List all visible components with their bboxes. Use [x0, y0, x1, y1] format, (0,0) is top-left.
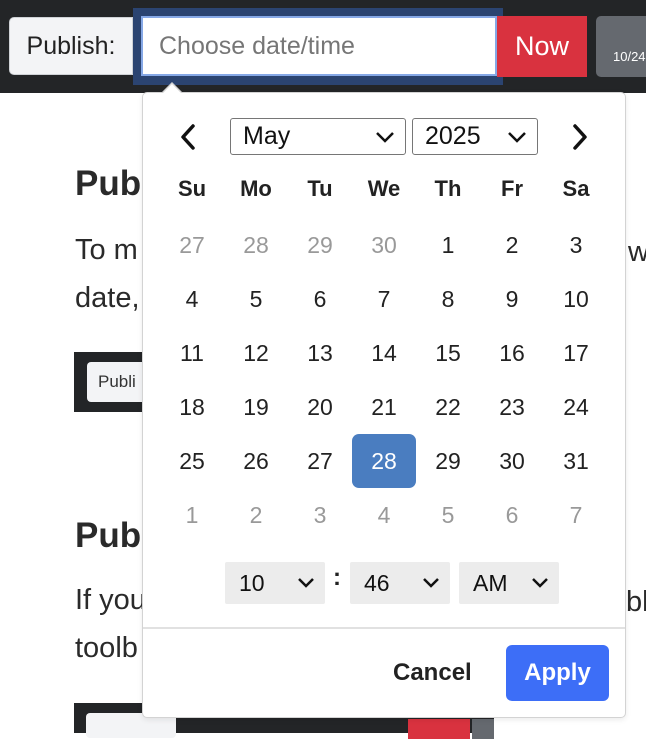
article-paragraph-1-line-1: To m: [75, 234, 138, 266]
ampm-select[interactable]: AM: [459, 562, 559, 604]
popup-pointer-fill: [162, 84, 182, 94]
chevron-down-icon: [532, 578, 548, 588]
mini-now-button: [408, 719, 470, 739]
day-cell[interactable]: 5: [224, 272, 288, 326]
day-cell[interactable]: 11: [160, 326, 224, 380]
weekday-header: We: [367, 176, 401, 201]
chevron-left-icon: [181, 124, 195, 150]
day-cell[interactable]: 22: [416, 380, 480, 434]
day-cell-other-month[interactable]: 5: [416, 488, 480, 542]
day-cell-other-month[interactable]: 6: [480, 488, 544, 542]
day-cell-other-month[interactable]: 27: [160, 218, 224, 272]
chevron-down-icon: [423, 578, 439, 588]
now-button[interactable]: Now: [497, 16, 587, 77]
day-cell[interactable]: 4: [160, 272, 224, 326]
day-cell[interactable]: 23: [480, 380, 544, 434]
article-heading-1: Pub: [75, 164, 142, 203]
day-cell[interactable]: 8: [416, 272, 480, 326]
day-cell-other-month[interactable]: 3: [288, 488, 352, 542]
weekday-header: Fr: [501, 176, 523, 201]
chevron-down-icon: [298, 578, 314, 588]
day-cell[interactable]: 1: [416, 218, 480, 272]
apply-button[interactable]: Apply: [506, 645, 609, 701]
hour-select-value: 10: [239, 570, 265, 596]
day-cell[interactable]: 18: [160, 380, 224, 434]
weekday-header: Sa: [562, 176, 590, 201]
day-cell-other-month[interactable]: 2: [224, 488, 288, 542]
year-select[interactable]: 2025: [412, 118, 538, 155]
publish-label: Publish:: [9, 17, 133, 75]
weekday-header: Th: [434, 176, 462, 201]
day-cell[interactable]: 24: [544, 380, 608, 434]
day-cell-other-month[interactable]: 4: [352, 488, 416, 542]
day-cell[interactable]: 26: [224, 434, 288, 488]
day-cell-other-month[interactable]: 28: [224, 218, 288, 272]
day-cell[interactable]: 16: [480, 326, 544, 380]
time-separator: :: [333, 564, 341, 591]
day-cell[interactable]: 29: [416, 434, 480, 488]
day-cell[interactable]: 6: [288, 272, 352, 326]
article-paragraph-2-line-1: If you: [75, 584, 146, 616]
chevron-down-icon: [508, 132, 526, 143]
article-heading-2: Pub: [75, 516, 142, 555]
year-select-value: 2025: [425, 122, 481, 150]
hour-select[interactable]: 10: [225, 562, 325, 604]
prev-month-button[interactable]: [174, 120, 204, 154]
minute-select[interactable]: 46: [350, 562, 450, 604]
weekday-header: Tu: [307, 176, 333, 201]
day-cell[interactable]: 31: [544, 434, 608, 488]
day-cell[interactable]: 9: [480, 272, 544, 326]
publish-toolbar: Publish: Now 10/24: [0, 0, 646, 93]
weekday-header: Su: [177, 176, 207, 201]
day-cell-other-month[interactable]: 30: [352, 218, 416, 272]
day-cell[interactable]: 30: [480, 434, 544, 488]
popup-divider: [143, 627, 625, 629]
article-paragraph-2-line-2: toolb: [75, 632, 138, 664]
day-cell[interactable]: 13: [288, 326, 352, 380]
day-cell[interactable]: 3: [544, 218, 608, 272]
partial-date-chip[interactable]: 10/24: [596, 16, 646, 77]
day-cell[interactable]: 2: [480, 218, 544, 272]
chevron-down-icon: [376, 132, 394, 143]
day-cell-other-month[interactable]: 1: [160, 488, 224, 542]
day-cell[interactable]: 17: [544, 326, 608, 380]
next-month-button[interactable]: [565, 120, 595, 154]
day-cell[interactable]: 19: [224, 380, 288, 434]
mini-chip: [472, 719, 494, 739]
date-time-input[interactable]: [141, 16, 497, 76]
day-cell[interactable]: 14: [352, 326, 416, 380]
day-cell[interactable]: 7: [352, 272, 416, 326]
day-cell[interactable]: 21: [352, 380, 416, 434]
day-cell[interactable]: 25: [160, 434, 224, 488]
day-cell[interactable]: 12: [224, 326, 288, 380]
cancel-button[interactable]: Cancel: [393, 656, 473, 690]
day-cell[interactable]: 15: [416, 326, 480, 380]
weekday-header: Mo: [240, 176, 272, 201]
day-cell[interactable]: 10: [544, 272, 608, 326]
day-cell[interactable]: 20: [288, 380, 352, 434]
month-select[interactable]: May: [230, 118, 406, 155]
article-paragraph-2-line-1-end: bl: [626, 586, 646, 618]
article-paragraph-1-line-2: date,: [75, 282, 140, 314]
month-select-value: May: [243, 122, 291, 150]
ampm-select-value: AM: [473, 570, 508, 596]
day-cell-other-month[interactable]: 29: [288, 218, 352, 272]
day-cell[interactable]: 27: [288, 434, 352, 488]
day-cell-other-month[interactable]: 7: [544, 488, 608, 542]
chevron-right-icon: [573, 124, 587, 150]
minute-select-value: 46: [364, 570, 390, 596]
day-cell-selected[interactable]: 28: [352, 434, 416, 488]
article-paragraph-1-line-1-end: w: [628, 236, 646, 268]
